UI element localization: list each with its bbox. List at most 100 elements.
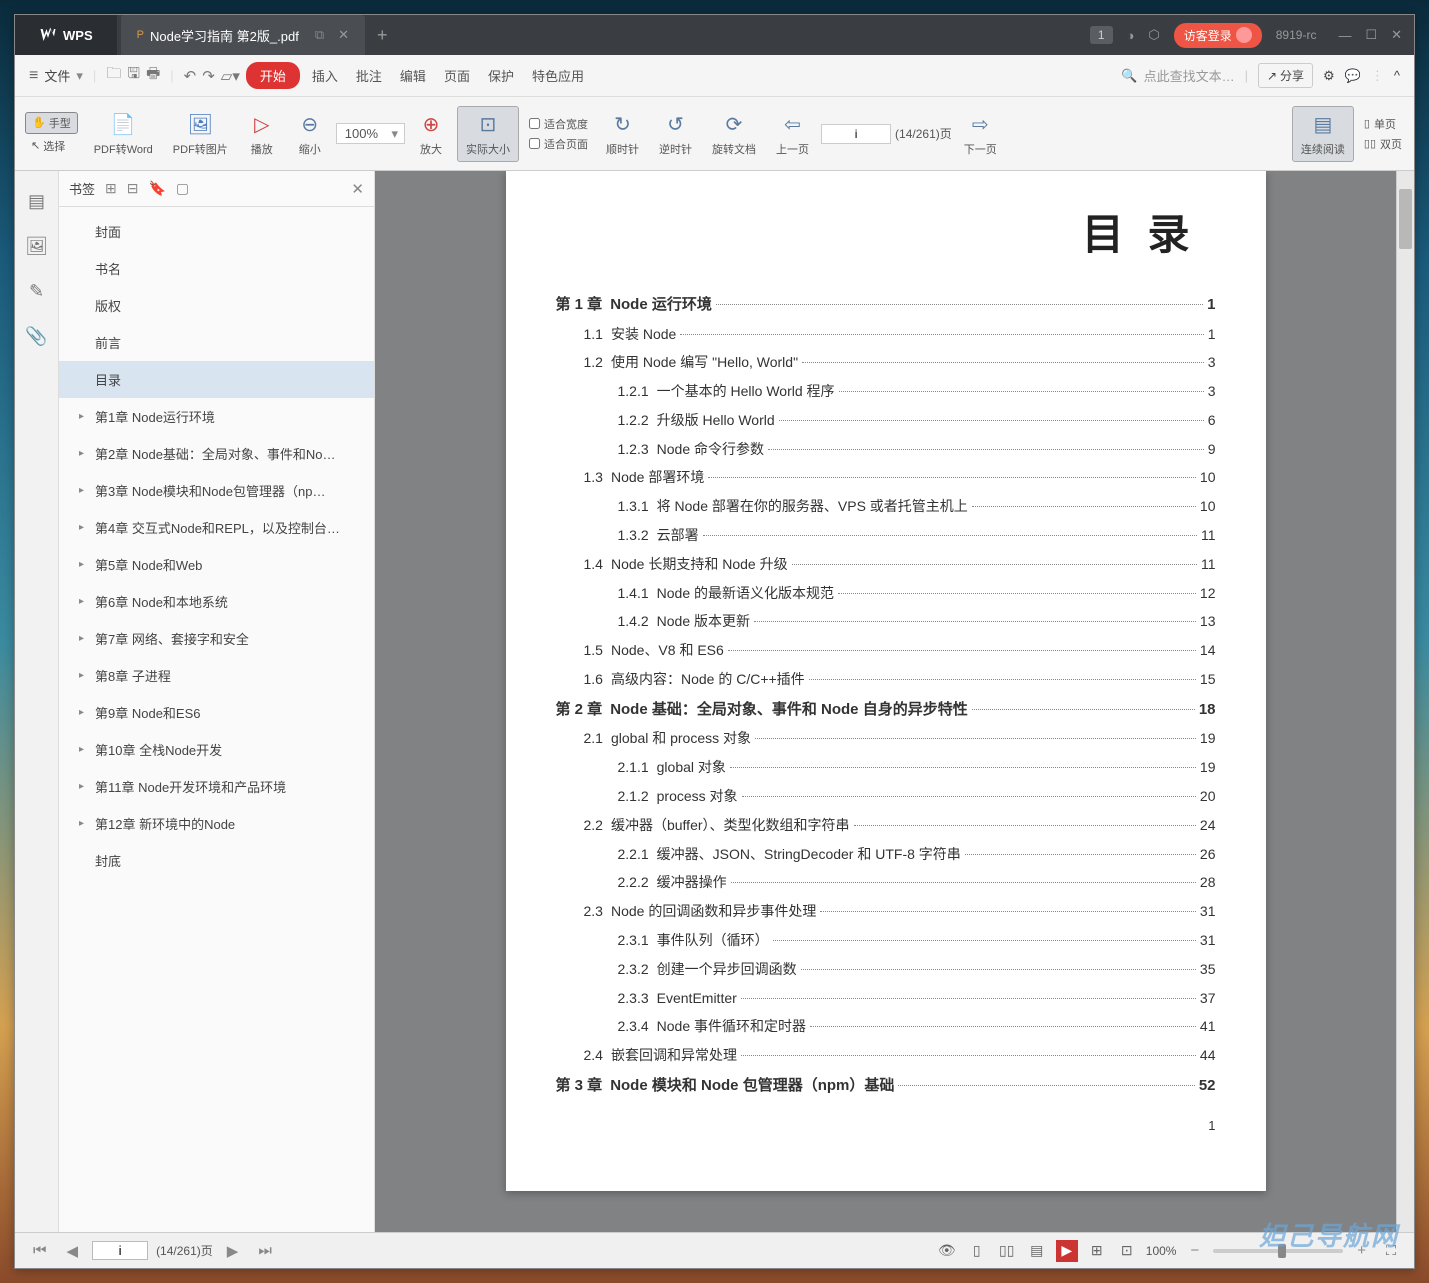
feedback-icon[interactable]: 💬 <box>1345 68 1361 84</box>
share-button[interactable]: ↗分享 <box>1258 63 1313 88</box>
single-page-button[interactable]: ▯单页 <box>1360 115 1406 133</box>
view-single-icon[interactable]: ▯ <box>966 1240 988 1262</box>
tab-protect[interactable]: 保护 <box>482 62 520 89</box>
close-icon[interactable]: ✕ <box>1391 27 1402 43</box>
bookmark-item[interactable]: 书名 <box>59 250 374 287</box>
scroll-thumb[interactable] <box>1399 189 1412 249</box>
eye-icon[interactable]: 👁 <box>936 1240 958 1262</box>
vertical-scrollbar[interactable] <box>1396 171 1414 1232</box>
fit-width-checkbox[interactable]: 适合宽度 <box>525 115 592 133</box>
tab-edit[interactable]: 编辑 <box>394 62 432 89</box>
expand-all-icon[interactable]: ⊞ <box>105 180 117 197</box>
view-grid-icon[interactable]: ⊞ <box>1086 1240 1108 1262</box>
file-menu[interactable]: 文件 <box>44 66 70 85</box>
bookmark-item[interactable]: ▸第10章 全栈Node开发 <box>59 731 374 768</box>
zoom-in-button[interactable]: ⊕ 放大 <box>409 107 453 161</box>
settings-icon[interactable]: ⚙ <box>1323 68 1335 84</box>
next-page-icon[interactable]: ▶ <box>221 1240 245 1262</box>
gift-icon[interactable]: ⬡ <box>1148 27 1159 43</box>
annotations-icon[interactable]: ✎ <box>29 281 44 302</box>
rotate-doc-button[interactable]: ⟳ 旋转文档 <box>704 107 764 161</box>
thumbnails-icon[interactable]: 🖼 <box>25 236 48 257</box>
bookmark-item[interactable]: ▸第11章 Node开发环境和产品环境 <box>59 768 374 805</box>
tab-start[interactable]: 开始 <box>246 62 300 89</box>
skin-icon[interactable]: ◑ <box>1127 28 1135 43</box>
tab-close-icon[interactable]: ✕ <box>338 27 349 43</box>
zoom-combo[interactable]: 100% <box>336 123 405 144</box>
last-page-icon[interactable]: ⏭ <box>252 1240 278 1261</box>
bookmark-item[interactable]: 封底 <box>59 842 374 879</box>
zoom-out-button[interactable]: ⊖ 缩小 <box>288 107 332 161</box>
bookmark-item[interactable]: ▸第4章 交互式Node和REPL，以及控制台… <box>59 509 374 546</box>
tab-insert[interactable]: 插入 <box>306 62 344 89</box>
continuous-button[interactable]: ▤ 连续阅读 <box>1292 106 1354 162</box>
rotate-ccw-button[interactable]: ↺ 逆时针 <box>651 107 700 161</box>
bookmark-item[interactable]: 封面 <box>59 213 374 250</box>
tab-detach-icon[interactable]: ⧉ <box>315 27 324 43</box>
status-page-input[interactable] <box>92 1241 148 1260</box>
fullscreen-icon[interactable]: ⛶ <box>1380 1240 1402 1262</box>
dropdown-icon[interactable]: ▱▾ <box>221 67 240 85</box>
bookmark-item[interactable]: ▸第3章 Node模块和Node包管理器（np… <box>59 472 374 509</box>
toc-entry: 第 1 章Node 运行环境1 <box>556 292 1216 318</box>
tab-page[interactable]: 页面 <box>438 62 476 89</box>
maximize-icon[interactable]: ☐ <box>1365 27 1377 43</box>
collapse-ribbon-icon[interactable]: ^ <box>1394 68 1400 83</box>
first-page-icon[interactable]: ⏮ <box>27 1240 53 1261</box>
zoom-plus-icon[interactable]: + <box>1351 1240 1372 1261</box>
pdf-to-word-button[interactable]: 📄 PDF转Word <box>86 107 161 161</box>
bookmark-settings-icon[interactable]: ▢ <box>176 180 189 197</box>
bookmark-item[interactable]: 版权 <box>59 287 374 324</box>
bookmark-item[interactable]: ▸第7章 网络、套接字和安全 <box>59 620 374 657</box>
tab-special[interactable]: 特色应用 <box>526 62 590 89</box>
actual-size-button[interactable]: ⊡ 实际大小 <box>457 106 519 162</box>
outline-icon[interactable]: ▤ <box>28 191 45 212</box>
add-bookmark-icon[interactable]: 🔖 <box>148 180 165 197</box>
page-input[interactable] <box>821 124 891 144</box>
play-button[interactable]: ▷ 播放 <box>240 107 284 161</box>
bookmark-item[interactable]: ▸第2章 Node基础：全局对象、事件和No… <box>59 435 374 472</box>
bookmark-item[interactable]: 前言 <box>59 324 374 361</box>
bookmark-item[interactable]: ▸第6章 Node和本地系统 <box>59 583 374 620</box>
open-icon[interactable]: 🗀 <box>106 63 121 88</box>
fit-page-checkbox[interactable]: 适合页面 <box>525 135 592 153</box>
search-box[interactable]: 🔍 点此查找文本… <box>1121 66 1234 85</box>
document-tab[interactable]: P Node学习指南 第2版_.pdf ⧉ ✕ <box>121 15 365 55</box>
redo-icon[interactable]: ↷ <box>202 67 215 85</box>
attachments-icon[interactable]: 📎 <box>25 326 47 347</box>
zoom-slider[interactable] <box>1213 1249 1343 1253</box>
collapse-all-icon[interactable]: ⊟ <box>127 180 139 197</box>
bookmark-label: 目录 <box>95 370 121 389</box>
pdf-to-image-button[interactable]: 🖼 PDF转图片 <box>165 107 236 161</box>
view-double-icon[interactable]: ▯▯ <box>996 1240 1018 1262</box>
document-viewport[interactable]: 目 录 第 1 章Node 运行环境11.1安装 Node11.2使用 Node… <box>375 171 1396 1232</box>
bookmark-item[interactable]: ▸第9章 Node和ES6 <box>59 694 374 731</box>
rotate-cw-button[interactable]: ↻ 顺时针 <box>598 107 647 161</box>
tab-comment[interactable]: 批注 <box>350 62 388 89</box>
login-button[interactable]: 访客登录 <box>1174 23 1262 48</box>
view-continuous-icon[interactable]: ▤ <box>1026 1240 1048 1262</box>
minimize-icon[interactable]: — <box>1338 28 1351 43</box>
print-icon[interactable]: 🖶 <box>146 63 160 88</box>
double-page-button[interactable]: ▯▯双页 <box>1360 135 1406 153</box>
bookmark-item[interactable]: ▸第12章 新环境中的Node <box>59 805 374 842</box>
hand-tool[interactable]: ✋手型 <box>25 112 78 134</box>
undo-icon[interactable]: ↶ <box>184 67 197 85</box>
view-play-icon[interactable]: ▶ <box>1056 1240 1078 1262</box>
prev-page-icon[interactable]: ◀ <box>61 1240 85 1262</box>
prev-page-button[interactable]: ⇦ 上一页 <box>768 107 817 161</box>
bookmark-item[interactable]: 目录 <box>59 361 374 398</box>
zoom-knob[interactable] <box>1278 1244 1286 1258</box>
save-icon[interactable]: 🖫 <box>127 63 140 88</box>
close-panel-icon[interactable]: ✕ <box>351 180 364 198</box>
next-page-button[interactable]: ⇨ 下一页 <box>956 107 1005 161</box>
zoom-minus-icon[interactable]: − <box>1184 1240 1205 1261</box>
bookmark-item[interactable]: ▸第8章 子进程 <box>59 657 374 694</box>
view-fit-icon[interactable]: ⊡ <box>1116 1240 1138 1262</box>
select-tool[interactable]: ↖选择 <box>25 136 71 156</box>
bookmark-item[interactable]: ▸第5章 Node和Web <box>59 546 374 583</box>
notification-badge[interactable]: 1 <box>1090 26 1113 44</box>
new-tab-button[interactable]: + <box>377 25 388 46</box>
bookmark-item[interactable]: ▸第1章 Node运行环境 <box>59 398 374 435</box>
hamburger-icon[interactable]: ≡ <box>29 67 38 85</box>
